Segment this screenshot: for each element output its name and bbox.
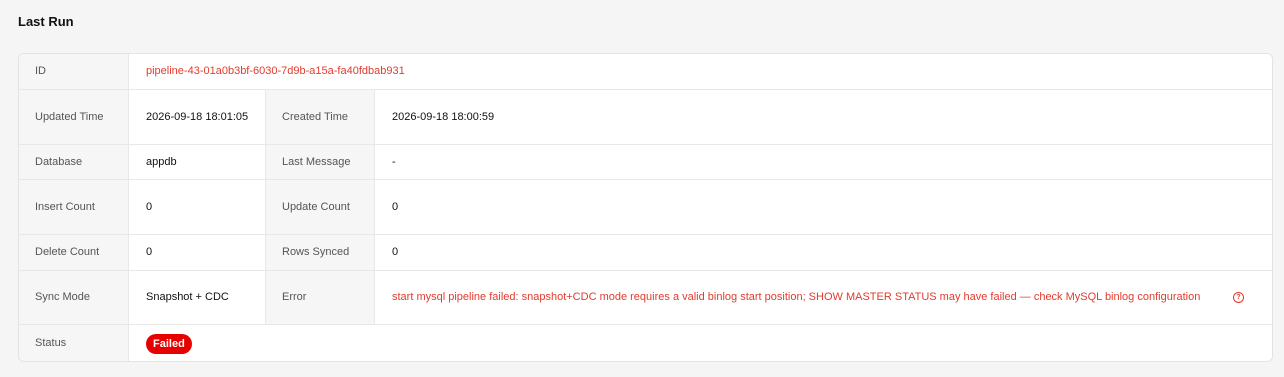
delete-count-label: Delete Count: [19, 235, 129, 270]
help-circle-icon[interactable]: ?: [1233, 292, 1244, 303]
insert-count-value: 0: [129, 180, 266, 234]
section-title: Last Run: [18, 14, 74, 29]
update-count-value: 0: [375, 180, 1272, 234]
created-time-label: Created Time: [266, 90, 375, 144]
updated-time-value: 2026-09-18 18:01:05: [129, 90, 266, 144]
error-value-cell: start mysql pipeline failed: snapshot+CD…: [375, 271, 1272, 324]
database-value: appdb: [129, 145, 266, 179]
table-row-id: ID pipeline-43-01a0b3bf-6030-7d9b-a15a-f…: [19, 54, 1272, 90]
last-message-label: Last Message: [266, 145, 375, 179]
error-message: start mysql pipeline failed: snapshot+CD…: [392, 291, 1201, 303]
status-badge: Failed: [146, 333, 192, 354]
updated-time-label: Updated Time: [19, 90, 129, 144]
rows-synced-label: Rows Synced: [266, 235, 375, 270]
delete-count-value: 0: [129, 235, 266, 270]
database-label: Database: [19, 145, 129, 179]
last-message-value: -: [375, 145, 1272, 179]
table-row-counts: Insert Count 0 Update Count 0: [19, 180, 1272, 235]
table-row-status: Status Failed: [19, 325, 1272, 361]
insert-count-label: Insert Count: [19, 180, 129, 234]
created-time-value: 2026-09-18 18:00:59: [375, 90, 1272, 144]
table-row-times: Updated Time 2026-09-18 18:01:05 Created…: [19, 90, 1272, 145]
error-label: Error: [266, 271, 375, 324]
table-row-delete: Delete Count 0 Rows Synced 0: [19, 235, 1272, 271]
sync-mode-value: Snapshot + CDC: [129, 271, 266, 324]
table-row-database: Database appdb Last Message -: [19, 145, 1272, 180]
status-value-cell: Failed: [129, 325, 1272, 361]
rows-synced-value: 0: [375, 235, 1272, 270]
table-row-sync: Sync Mode Snapshot + CDC Error start mys…: [19, 271, 1272, 325]
id-label: ID: [19, 54, 129, 89]
status-label: Status: [19, 325, 129, 361]
last-run-details-table: ID pipeline-43-01a0b3bf-6030-7d9b-a15a-f…: [18, 53, 1273, 362]
sync-mode-label: Sync Mode: [19, 271, 129, 324]
update-count-label: Update Count: [266, 180, 375, 234]
pipeline-id-link[interactable]: pipeline-43-01a0b3bf-6030-7d9b-a15a-fa40…: [129, 54, 1272, 89]
